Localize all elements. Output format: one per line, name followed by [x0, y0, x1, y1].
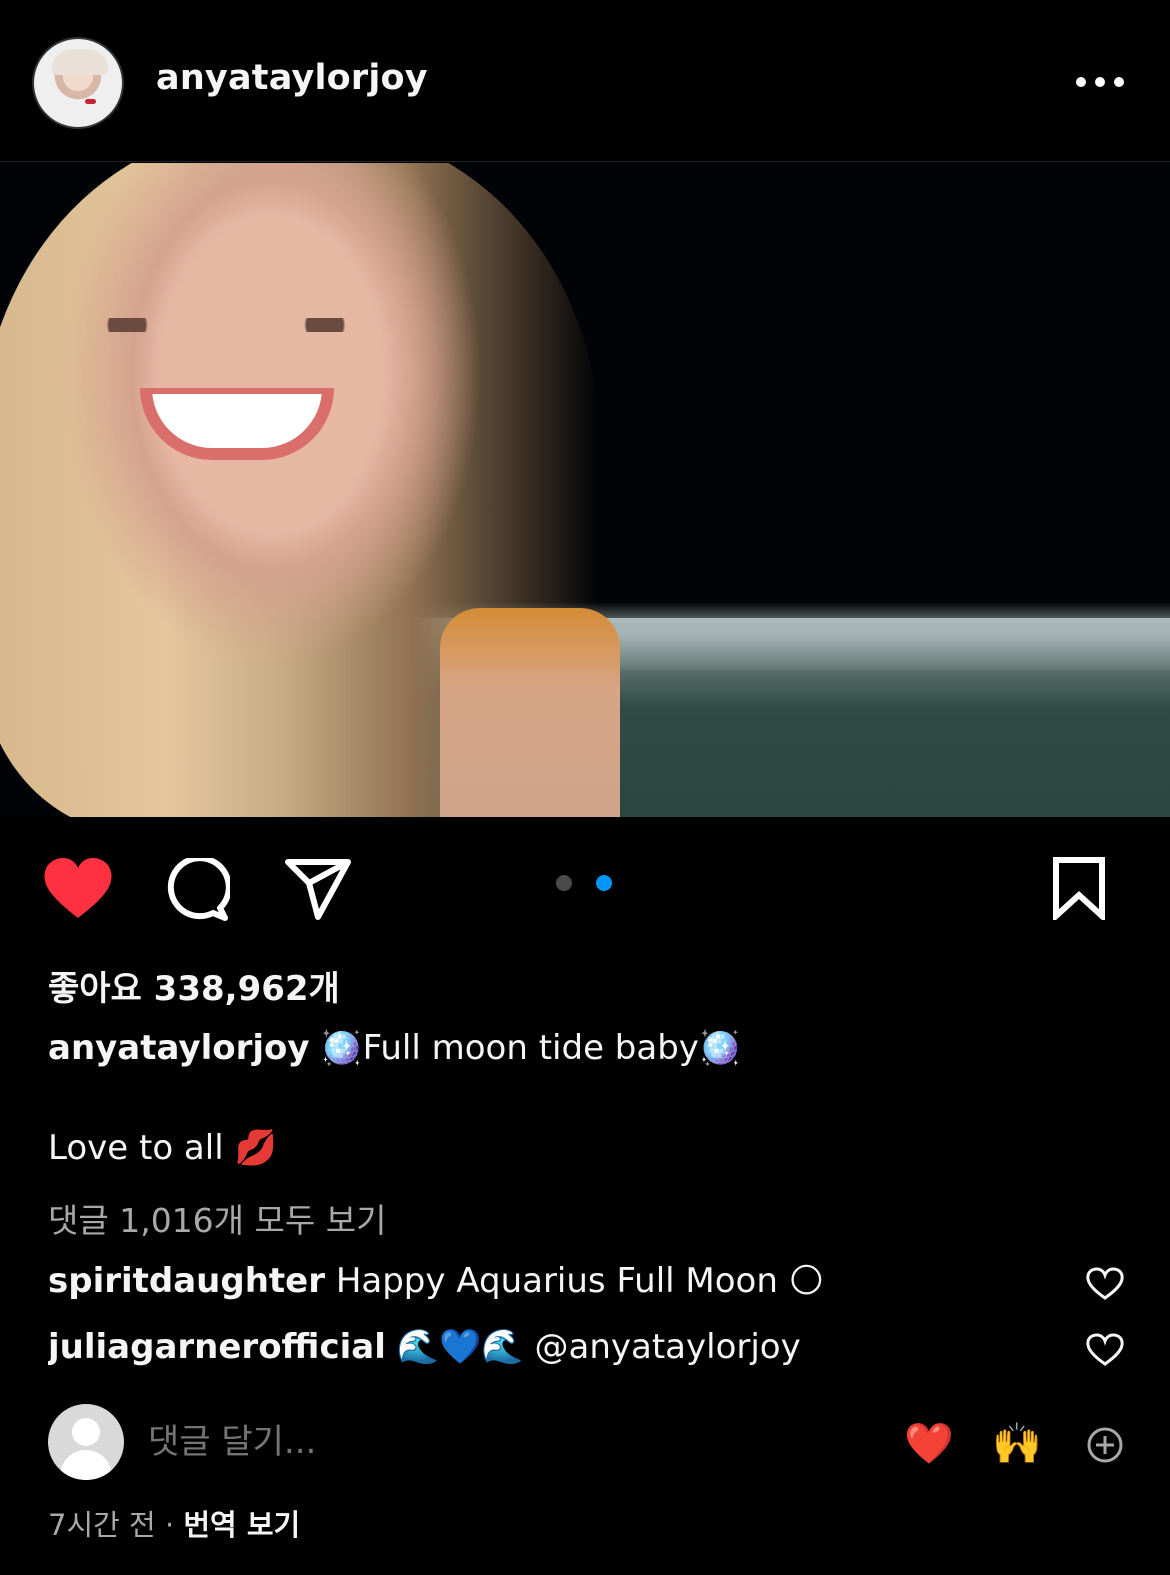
caption-username[interactable]: anyataylorjoy: [48, 1028, 310, 1068]
share-button[interactable]: [284, 858, 352, 922]
post-caption: anyataylorjoy 🪩Full moon tide baby🪩: [48, 1028, 741, 1068]
carousel-dot[interactable]: [556, 875, 572, 891]
share-icon: [285, 859, 351, 920]
comment-item: juliagarnerofficial 🌊💙🌊 @anyataylorjoy: [48, 1327, 1078, 1367]
comment-username[interactable]: spiritdaughter: [48, 1261, 325, 1301]
more-dot: [1095, 77, 1105, 87]
profile-avatar[interactable]: [32, 37, 124, 129]
carousel-dot-active[interactable]: [596, 875, 612, 891]
comment-item: spiritdaughter Happy Aquarius Full Moon …: [48, 1261, 1078, 1301]
more-dot: [1076, 77, 1086, 87]
comment-button[interactable]: [164, 858, 230, 922]
meta-separator: ·: [164, 1508, 175, 1542]
view-comments-link[interactable]: 댓글 1,016개 모두 보기: [48, 1194, 386, 1242]
avatar-hair: [52, 49, 108, 75]
comment-text: Happy Aquarius Full Moon 🌕: [335, 1261, 825, 1301]
likes-count[interactable]: 좋아요 338,962개: [48, 961, 340, 1010]
more-dot: [1114, 77, 1124, 87]
post-username[interactable]: anyataylorjoy: [156, 58, 428, 98]
carousel-indicator: [556, 874, 612, 892]
post-actions: [0, 818, 1170, 956]
add-icon[interactable]: [1086, 1426, 1124, 1464]
comment-icon: [167, 858, 230, 921]
comment-input[interactable]: [148, 1418, 648, 1466]
comment-text: 🌊💙🌊 @anyataylorjoy: [396, 1327, 801, 1367]
caption-text: 🪩Full moon tide baby🪩: [320, 1028, 742, 1068]
person-shoulder: [440, 608, 620, 817]
caption-line-2: Love to all 💋: [48, 1128, 277, 1168]
comment-like-icon[interactable]: [1086, 1333, 1124, 1367]
quick-heart-reaction[interactable]: ❤️: [904, 1422, 954, 1466]
save-button[interactable]: [1050, 856, 1108, 920]
comment-like-icon[interactable]: [1086, 1267, 1124, 1301]
post-header: anyataylorjoy: [0, 0, 1170, 162]
comment-username[interactable]: juliagarnerofficial: [48, 1327, 386, 1367]
add-comment-row: ❤️ 🙌: [48, 1404, 1128, 1480]
quick-raised-hands-reaction[interactable]: 🙌: [992, 1422, 1042, 1466]
post-image[interactable]: [0, 163, 1170, 817]
current-user-avatar[interactable]: [48, 1404, 124, 1480]
avatar-lips: [85, 99, 96, 104]
heart-filled-icon: [44, 858, 112, 918]
post-timestamp: 7시간 전: [48, 1508, 156, 1542]
more-icon[interactable]: [1076, 72, 1124, 92]
post-meta: 7시간 전 · 번역 보기: [48, 1502, 300, 1544]
translate-link[interactable]: 번역 보기: [183, 1508, 300, 1542]
like-button[interactable]: [42, 856, 114, 922]
bookmark-icon: [1053, 857, 1105, 920]
